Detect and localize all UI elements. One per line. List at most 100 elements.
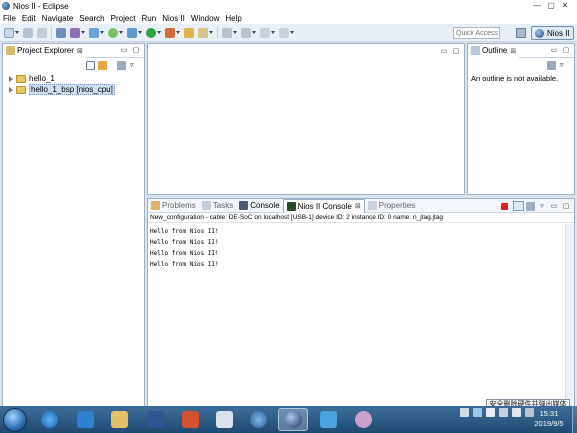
- quick-access-input[interactable]: [453, 27, 500, 39]
- save-all-icon[interactable]: [37, 27, 47, 38]
- view-menu-icon[interactable]: [117, 61, 126, 70]
- minimize-icon[interactable]: ▭: [549, 46, 559, 55]
- open-perspective-icon[interactable]: [516, 28, 526, 38]
- menu-search[interactable]: Search: [79, 14, 104, 23]
- stop-icon[interactable]: [501, 202, 508, 210]
- back-icon[interactable]: [260, 27, 270, 38]
- perspective-nios-ii-button[interactable]: Nios II: [531, 26, 574, 40]
- chevron-down-icon[interactable]: [81, 31, 85, 34]
- chevron-down-icon[interactable]: [100, 31, 104, 34]
- chevron-down-icon[interactable]: ▿: [560, 61, 564, 70]
- console-output[interactable]: Hello from Nios II! Hello from Nios II! …: [148, 224, 574, 420]
- taskbar-eclipse[interactable]: [278, 408, 308, 431]
- menu-edit[interactable]: Edit: [22, 14, 36, 23]
- prev-annotation-icon[interactable]: [241, 27, 251, 38]
- console-scrollbar[interactable]: [565, 224, 574, 420]
- outline-toolbar: ▿: [547, 61, 564, 70]
- network-icon[interactable]: [499, 408, 508, 417]
- forward-icon[interactable]: [279, 27, 289, 38]
- minimize-icon[interactable]: ▭: [119, 46, 129, 55]
- close-icon[interactable]: ⊠: [510, 47, 516, 55]
- run-icon[interactable]: [146, 27, 156, 38]
- taskbar-clock[interactable]: 15:31 2019/9/5: [530, 409, 568, 429]
- maximize-icon[interactable]: ▢: [131, 46, 141, 55]
- pin-console-icon[interactable]: [526, 201, 535, 211]
- maximize-icon[interactable]: ▢: [561, 202, 571, 211]
- menu-help[interactable]: Help: [225, 14, 241, 23]
- maximize-icon[interactable]: ▢: [451, 47, 461, 56]
- chevron-down-icon[interactable]: [252, 31, 256, 34]
- taskbar-app-10[interactable]: [348, 408, 378, 431]
- menu-nios-ii[interactable]: Nios II: [162, 14, 185, 23]
- build-icon[interactable]: [56, 27, 66, 38]
- show-desktop-button[interactable]: [572, 406, 577, 433]
- taskbar-explorer[interactable]: [104, 408, 134, 431]
- chevron-down-icon[interactable]: [176, 31, 180, 34]
- tree-item-hello-1-bsp[interactable]: hello_1_bsp [nios_cpu]: [9, 84, 115, 95]
- tree-item-hello-1[interactable]: hello_1: [9, 73, 55, 84]
- taskbar-ie[interactable]: [34, 408, 64, 431]
- link-editor-icon[interactable]: [98, 61, 107, 70]
- open-perspective-icon[interactable]: [70, 27, 80, 38]
- volume-icon[interactable]: [512, 408, 521, 417]
- menu-window[interactable]: Window: [191, 14, 219, 23]
- close-icon[interactable]: ⊠: [355, 202, 361, 210]
- tab-properties[interactable]: Properties: [365, 199, 418, 213]
- chevron-down-icon[interactable]: [290, 31, 294, 34]
- chevron-down-icon[interactable]: [119, 31, 123, 34]
- save-icon[interactable]: [23, 27, 33, 38]
- display-selected-console-icon[interactable]: [513, 201, 524, 211]
- external-tools-icon[interactable]: [165, 27, 175, 38]
- tab-project-explorer[interactable]: Project Explorer ⊠: [3, 43, 86, 58]
- chevron-down-icon[interactable]: [209, 31, 213, 34]
- explorer-toolbar: ▿: [86, 61, 134, 70]
- taskbar-app-2[interactable]: [70, 408, 100, 431]
- usb-icon[interactable]: [486, 408, 495, 417]
- open-type-icon[interactable]: [184, 27, 194, 38]
- tab-nios-ii-console[interactable]: Nios II Console ⊠: [282, 198, 365, 213]
- start-button[interactable]: [3, 408, 27, 432]
- taskbar-word[interactable]: [140, 408, 170, 431]
- tab-outline[interactable]: Outline ⊠: [468, 43, 520, 58]
- outline-message: An outline is not available.: [471, 74, 559, 83]
- new-icon[interactable]: [4, 27, 14, 38]
- search-icon[interactable]: [198, 27, 208, 38]
- chevron-down-icon[interactable]: [157, 31, 161, 34]
- taskbar-app-7[interactable]: [243, 408, 273, 431]
- menu-file[interactable]: File: [3, 14, 16, 23]
- close-button[interactable]: ✕: [558, 1, 572, 11]
- app-icon: [215, 411, 233, 428]
- minimize-button[interactable]: —: [530, 1, 544, 11]
- gear-icon[interactable]: [127, 27, 137, 38]
- taskbar-app-6[interactable]: [209, 408, 239, 431]
- taskbar-app-9[interactable]: [313, 408, 343, 431]
- view-menu-icon[interactable]: [547, 61, 556, 70]
- debug-icon[interactable]: [108, 27, 118, 38]
- chevron-down-icon[interactable]: ▿: [537, 202, 547, 211]
- chevron-down-icon[interactable]: [271, 31, 275, 34]
- menu-navigate[interactable]: Navigate: [42, 14, 74, 23]
- expand-icon[interactable]: [9, 86, 13, 93]
- expand-icon[interactable]: [9, 75, 13, 82]
- taskbar-powerpoint[interactable]: [175, 408, 205, 431]
- maximize-button[interactable]: ▢: [544, 1, 558, 11]
- menu-project[interactable]: Project: [111, 14, 136, 23]
- chevron-down-icon[interactable]: [15, 31, 19, 34]
- nios-ii-icon: [535, 28, 544, 38]
- chevron-up-icon[interactable]: [473, 408, 482, 417]
- tab-console[interactable]: Console: [236, 199, 282, 213]
- tab-tasks[interactable]: Tasks: [199, 199, 236, 213]
- next-annotation-icon[interactable]: [222, 27, 232, 38]
- chevron-down-icon[interactable]: [138, 31, 142, 34]
- tab-problems[interactable]: Problems: [148, 199, 199, 213]
- new-project-icon[interactable]: [89, 27, 99, 38]
- close-icon[interactable]: ⊠: [77, 47, 83, 55]
- collapse-all-icon[interactable]: [86, 61, 95, 70]
- menu-run[interactable]: Run: [142, 14, 157, 23]
- chevron-down-icon[interactable]: ▿: [130, 61, 134, 70]
- minimize-icon[interactable]: ▭: [549, 202, 559, 211]
- maximize-icon[interactable]: ▢: [561, 46, 571, 55]
- keyboard-icon[interactable]: [460, 408, 469, 417]
- minimize-icon[interactable]: ▭: [439, 47, 449, 56]
- chevron-down-icon[interactable]: [233, 31, 237, 34]
